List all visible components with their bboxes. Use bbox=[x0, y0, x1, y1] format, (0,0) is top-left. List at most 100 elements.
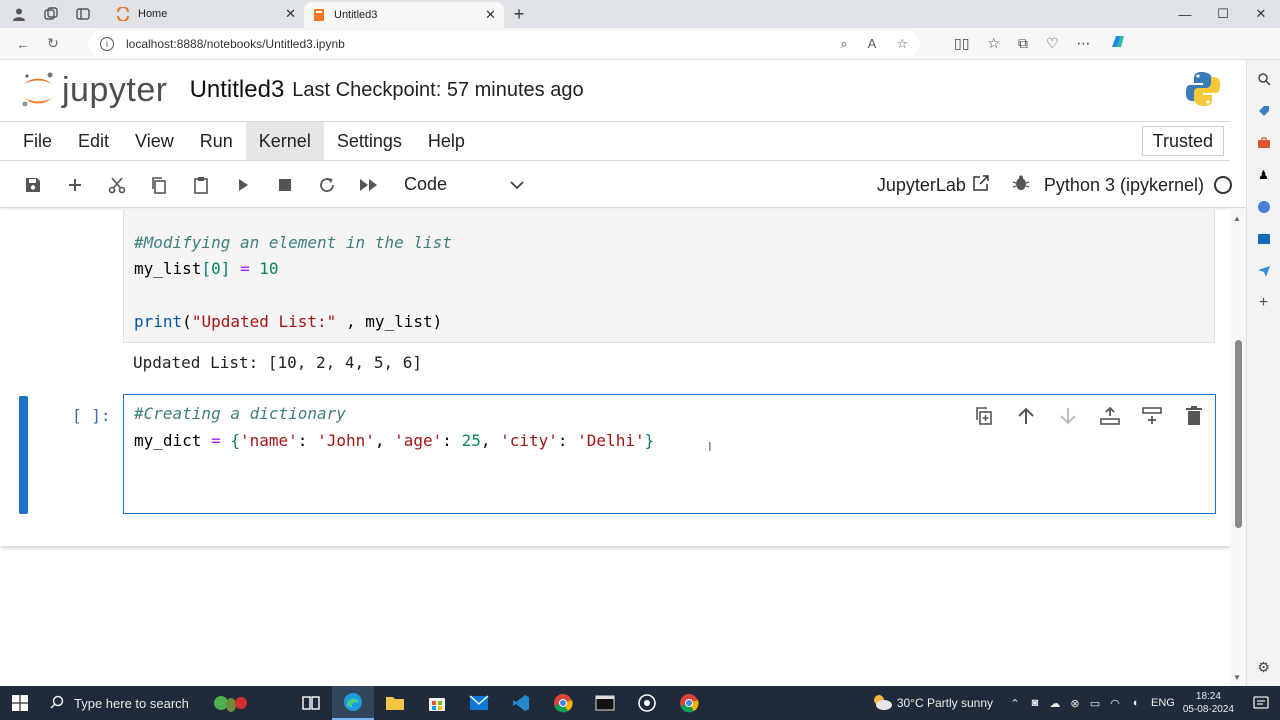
split-screen-icon[interactable]: ▯▯ bbox=[954, 35, 969, 52]
fruit-widget-icon[interactable] bbox=[210, 691, 250, 715]
outlook-icon[interactable] bbox=[1255, 230, 1273, 248]
clock[interactable]: 18:24 05-08-2024 bbox=[1183, 690, 1234, 716]
menu-settings[interactable]: Settings bbox=[324, 122, 415, 160]
read-aloud-icon[interactable]: A bbox=[868, 36, 877, 51]
games-icon[interactable]: ♟ bbox=[1255, 166, 1273, 184]
save-icon[interactable] bbox=[12, 170, 54, 200]
maximize-icon[interactable]: ☐ bbox=[1204, 6, 1242, 22]
workspaces-icon[interactable] bbox=[42, 5, 60, 23]
collections-icon[interactable]: ⧉ bbox=[1018, 35, 1028, 52]
onedrive-icon[interactable]: ☁ bbox=[1045, 697, 1065, 710]
move-down-icon[interactable] bbox=[1053, 403, 1083, 429]
tab-untitled3[interactable]: Untitled3 ✕ bbox=[304, 2, 504, 28]
restart-icon[interactable] bbox=[306, 170, 348, 200]
paste-icon[interactable] bbox=[180, 170, 222, 200]
github-desktop-icon[interactable] bbox=[626, 686, 668, 720]
refresh-icon[interactable]: ↻ bbox=[38, 35, 68, 52]
move-up-icon[interactable] bbox=[1011, 403, 1041, 429]
menu-file[interactable]: File bbox=[10, 122, 65, 160]
chrome-profile-app-icon[interactable] bbox=[668, 686, 710, 720]
edge-app-icon[interactable] bbox=[332, 686, 374, 720]
page-scrollbar[interactable]: ▲ ▼ bbox=[1230, 210, 1246, 686]
execution-prompt: [ ]: bbox=[72, 406, 111, 425]
duplicate-cell-icon[interactable] bbox=[969, 403, 999, 429]
checkpoint-status: Last Checkpoint: 57 minutes ago bbox=[292, 78, 584, 101]
terminal-app-icon[interactable] bbox=[584, 686, 626, 720]
menu-kernel[interactable]: Kernel bbox=[245, 122, 324, 160]
scrollbar-thumb[interactable] bbox=[1235, 340, 1242, 528]
settings-gear-icon[interactable]: ⚙ bbox=[1255, 658, 1273, 676]
cut-icon[interactable] bbox=[96, 170, 138, 200]
microsoft-365-icon[interactable] bbox=[1255, 198, 1273, 216]
network-icon[interactable]: ◠ bbox=[1105, 697, 1125, 710]
cell-type-select[interactable]: Code bbox=[404, 174, 524, 195]
task-view-icon[interactable] bbox=[290, 686, 332, 720]
close-window-icon[interactable]: ✕ bbox=[1242, 6, 1280, 22]
windows-start-icon[interactable] bbox=[0, 686, 40, 720]
notebook-title[interactable]: Untitled3 bbox=[190, 76, 285, 104]
zoom-icon[interactable]: ⌕ bbox=[840, 36, 847, 52]
profile-icon[interactable] bbox=[10, 5, 28, 23]
debugger-bug-icon[interactable] bbox=[1012, 174, 1030, 197]
add-sidebar-icon[interactable]: + bbox=[1255, 294, 1273, 312]
active-code-cell[interactable]: #Creating a dictionary my_dict = {'name'… bbox=[123, 394, 1216, 514]
jupyterlab-link[interactable]: JupyterLab bbox=[877, 174, 990, 197]
file-explorer-icon[interactable] bbox=[374, 686, 416, 720]
camera-icon[interactable]: ◙ bbox=[1025, 697, 1045, 709]
volume-icon[interactable]: ◖ bbox=[1125, 697, 1145, 709]
language-indicator[interactable]: ENG bbox=[1151, 697, 1175, 709]
menu-run[interactable]: Run bbox=[187, 122, 246, 160]
scroll-down-icon[interactable]: ▼ bbox=[1233, 673, 1241, 682]
tab-actions-icon[interactable] bbox=[74, 5, 92, 23]
jupyter-logo[interactable]: jupyter bbox=[20, 70, 168, 110]
active-cell-indicator[interactable] bbox=[19, 396, 28, 514]
mail-app-icon[interactable] bbox=[458, 686, 500, 720]
show-hidden-icons-icon[interactable]: ⌃ bbox=[1005, 697, 1025, 710]
browser-essentials-icon[interactable]: ♡ bbox=[1046, 35, 1059, 52]
menu-edit[interactable]: Edit bbox=[65, 122, 122, 160]
menu-help[interactable]: Help bbox=[415, 122, 478, 160]
code-line: print("Updated List:" , my_list) bbox=[134, 312, 443, 331]
run-icon[interactable] bbox=[222, 170, 264, 200]
taskbar-search[interactable]: Type here to search bbox=[40, 686, 210, 720]
back-icon[interactable]: ← bbox=[8, 36, 38, 52]
send-icon[interactable] bbox=[1255, 262, 1273, 280]
favorite-star-icon[interactable]: ☆ bbox=[896, 36, 908, 52]
weather-widget[interactable]: 30°C Partly sunny bbox=[871, 693, 993, 714]
vscode-app-icon[interactable] bbox=[500, 686, 542, 720]
search-icon[interactable] bbox=[1255, 70, 1273, 88]
cell-toolbar bbox=[969, 403, 1209, 429]
battery-icon[interactable]: ▭ bbox=[1085, 697, 1105, 710]
favorites-icon[interactable]: ☆ bbox=[987, 35, 1000, 52]
insert-below-icon[interactable] bbox=[1137, 403, 1167, 429]
tab-home[interactable]: Home ✕ bbox=[108, 0, 304, 28]
insert-above-icon[interactable] bbox=[1095, 403, 1125, 429]
new-tab-button[interactable]: + bbox=[504, 4, 534, 25]
chrome-app-icon[interactable] bbox=[542, 686, 584, 720]
close-tab-icon[interactable]: ✕ bbox=[485, 7, 496, 23]
tools-icon[interactable] bbox=[1255, 134, 1273, 152]
stop-icon[interactable] bbox=[264, 170, 306, 200]
url-field[interactable]: i localhost:8888/notebooks/Untitled3.ipy… bbox=[88, 30, 920, 57]
more-options-icon[interactable]: ⋯ bbox=[1077, 35, 1091, 52]
delete-cell-icon[interactable] bbox=[1179, 403, 1209, 429]
kernel-name[interactable]: Python 3 (ipykernel) bbox=[1044, 175, 1204, 196]
site-info-icon[interactable]: i bbox=[100, 36, 114, 51]
weather-text: 30°C Partly sunny bbox=[896, 696, 993, 710]
add-cell-icon[interactable] bbox=[54, 170, 96, 200]
jupyter-page: jupyter Untitled3 Last Checkpoint: 57 mi… bbox=[0, 60, 1246, 686]
minimize-icon[interactable]: — bbox=[1166, 7, 1204, 22]
close-tab-icon[interactable]: ✕ bbox=[285, 6, 296, 22]
search-placeholder: Type here to search bbox=[74, 695, 189, 711]
scroll-up-icon[interactable]: ▲ bbox=[1233, 214, 1241, 223]
notifications-icon[interactable] bbox=[1248, 695, 1274, 711]
store-app-icon[interactable] bbox=[416, 686, 458, 720]
menu-view[interactable]: View bbox=[122, 122, 187, 160]
copilot-icon[interactable] bbox=[1109, 33, 1127, 54]
fast-forward-icon[interactable] bbox=[348, 170, 390, 200]
shopping-tag-icon[interactable] bbox=[1255, 102, 1273, 120]
security-icon[interactable]: ⊗ bbox=[1065, 697, 1085, 710]
copy-icon[interactable] bbox=[138, 170, 180, 200]
trusted-badge[interactable]: Trusted bbox=[1141, 126, 1224, 156]
code-cell[interactable]: #Modifying an element in the list my_lis… bbox=[123, 210, 1215, 343]
